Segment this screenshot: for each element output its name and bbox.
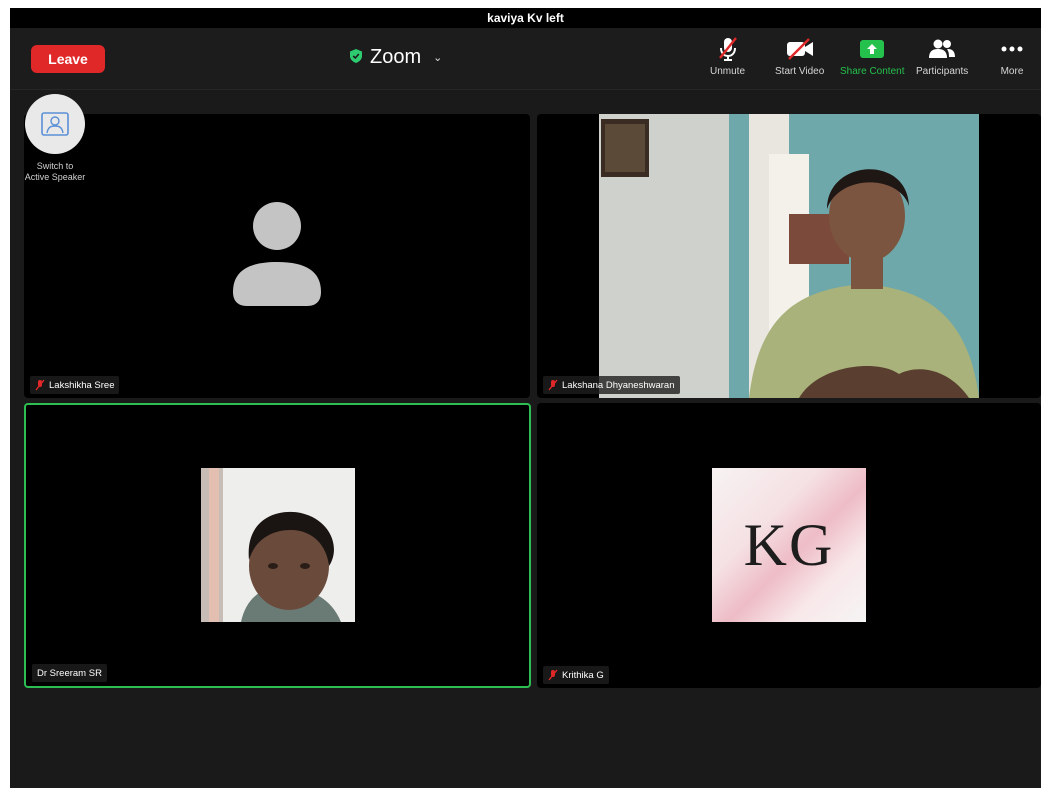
meeting-toolbar: Leave Zoom ⌄ Unmute Start Video Share Co… xyxy=(10,28,1041,90)
meeting-name: Zoom xyxy=(370,45,422,68)
participant-name: Lakshana Dhyaneshwaran xyxy=(562,379,675,391)
unmute-label: Unmute xyxy=(710,66,746,77)
participant-name-tag: Dr Sreeram SR xyxy=(32,664,107,682)
start-video-button[interactable]: Start Video xyxy=(775,36,824,77)
microphone-muted-icon xyxy=(717,36,739,62)
unmute-button[interactable]: Unmute xyxy=(710,36,745,77)
participant-name-tag: Lakshana Dhyaneshwaran xyxy=(543,376,680,394)
participant-name: Lakshikha Sree xyxy=(49,379,115,391)
zoom-meeting-window: kaviya Kv left Leave Zoom ⌄ Unmute Start… xyxy=(10,8,1041,788)
share-content-button[interactable]: Share Content xyxy=(840,36,905,77)
switch-view-label-line2: Active Speaker xyxy=(24,172,86,182)
participant-profile-photo xyxy=(201,468,355,622)
participant-tile-krithika[interactable]: KG Krithika G xyxy=(537,403,1041,688)
video-off-icon xyxy=(786,36,814,62)
participant-name-tag: Lakshikha Sree xyxy=(30,376,120,394)
participant-video-feed xyxy=(599,114,979,398)
participant-profile-logo: KG xyxy=(712,468,866,622)
start-video-label: Start Video xyxy=(775,66,825,77)
participant-name: Krithika G xyxy=(562,669,604,681)
participant-name-tag: Krithika G xyxy=(543,666,609,684)
leave-button[interactable]: Leave xyxy=(31,45,105,73)
participants-icon xyxy=(928,36,956,62)
chevron-down-icon: ⌄ xyxy=(433,51,443,64)
participants-button[interactable]: Participants xyxy=(916,36,968,77)
participants-label: Participants xyxy=(916,66,969,77)
meeting-info-button[interactable]: Zoom ⌄ xyxy=(350,42,442,72)
avatar-placeholder-icon xyxy=(233,202,321,306)
participant-left-banner: kaviya Kv left xyxy=(10,8,1041,28)
shield-check-icon xyxy=(350,46,362,69)
switch-view-label-line1: Switch to xyxy=(36,161,74,171)
share-screen-icon xyxy=(859,36,885,62)
participant-tile-sreeram[interactable]: Dr Sreeram SR xyxy=(24,403,531,688)
switch-view-label: Switch to Active Speaker xyxy=(10,161,100,183)
muted-mic-icon xyxy=(35,379,45,391)
more-label: More xyxy=(1000,66,1024,77)
muted-mic-icon xyxy=(548,379,558,391)
profile-logo-initials: KG xyxy=(743,511,835,578)
active-speaker-icon xyxy=(25,94,85,154)
more-button[interactable]: More xyxy=(1000,36,1024,77)
more-dots-icon xyxy=(1000,36,1024,62)
share-content-label: Share Content xyxy=(840,66,905,77)
switch-to-active-speaker-button[interactable]: Switch to Active Speaker xyxy=(10,94,100,183)
participant-tile-lakshana[interactable]: Lakshana Dhyaneshwaran xyxy=(537,114,1041,398)
participant-name: Dr Sreeram SR xyxy=(37,667,102,679)
muted-mic-icon xyxy=(548,669,558,681)
